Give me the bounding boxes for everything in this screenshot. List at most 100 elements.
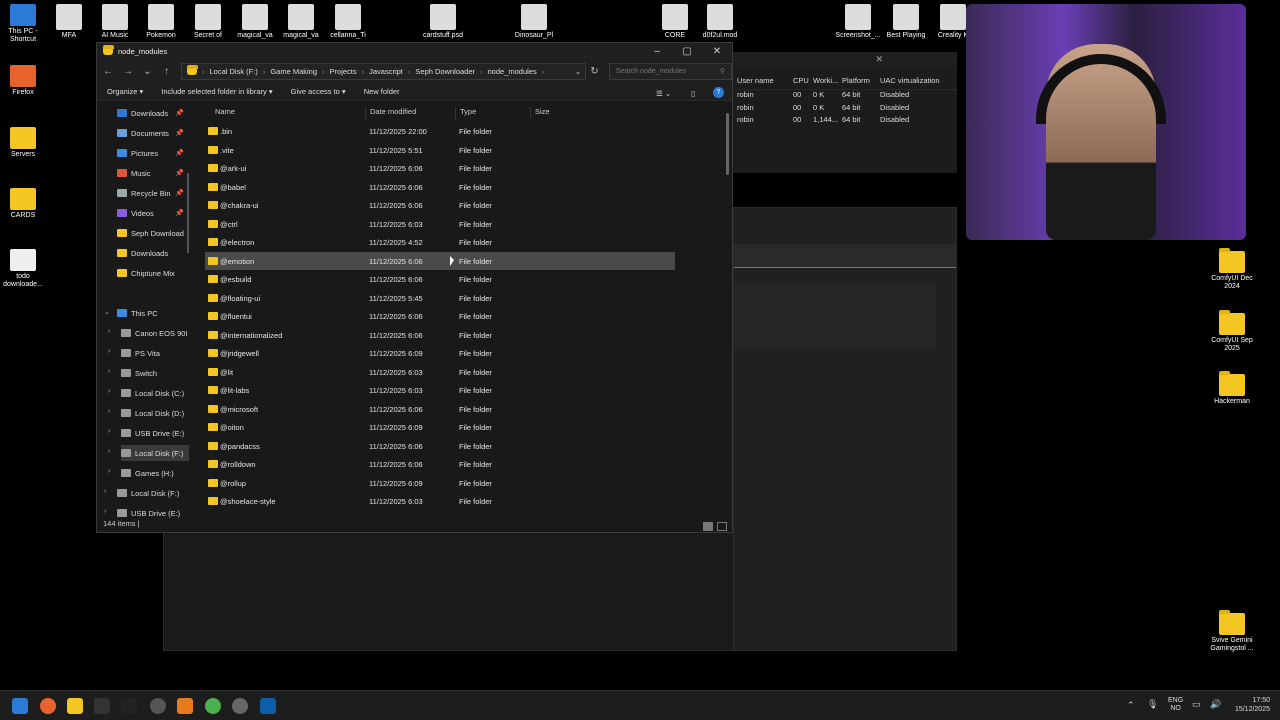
desktop-icon[interactable]: ComfyUI Sep 2025 [1209,310,1255,353]
sidebar-item[interactable]: Videos 📌 [117,205,184,221]
preview-pane-icon[interactable]: ▯ [691,89,695,98]
breadcrumb-item[interactable]: node_modules [488,67,537,76]
sidebar-item[interactable]: PS Vita [121,345,160,361]
file-row[interactable]: .vite 11/12/2025 5:51 File folder [205,141,675,159]
sidebar-item[interactable]: This PC [117,305,158,321]
vlc-icon[interactable] [177,698,193,714]
clock[interactable]: 17:50 15/12/2025 [1228,696,1270,714]
sidebar-item[interactable]: Canon EOS 90I [121,325,188,341]
sidebar-item[interactable]: Local Disk (C:) [121,385,184,401]
file-row[interactable]: @ark-ui 11/12/2025 6:06 File folder [205,159,675,177]
volume-icon[interactable]: 🔊 [1210,699,1221,710]
forward-arrow-icon[interactable]: → [123,66,133,77]
file-row[interactable]: @babel 11/12/2025 6:06 File folder [205,178,675,196]
file-row[interactable]: @chakra-ui 11/12/2025 6:06 File folder [205,196,675,214]
command-2[interactable]: Give access to ▾ [291,87,346,96]
expand-chevron-icon[interactable]: › [108,428,110,435]
settings-icon[interactable] [232,698,248,714]
view-options-icon[interactable]: ☰ ⌄ [656,89,671,98]
expand-chevron-icon[interactable]: › [104,508,106,515]
file-row[interactable]: @pandacss 11/12/2025 6:06 File folder [205,437,675,455]
firefox-icon[interactable] [40,698,56,714]
app-icon[interactable] [121,698,137,714]
expand-chevron-icon[interactable]: › [104,488,106,495]
address-dropdown-icon[interactable]: ⌄ [575,67,581,76]
desktop-icon[interactable]: d0f2ul.mod [697,4,743,44]
close-icon[interactable]: ✕ [875,54,883,65]
details-view-icon[interactable] [703,522,713,531]
up-arrow-icon[interactable]: ↑ [162,66,171,77]
col-platform[interactable]: Platform [842,76,870,85]
file-row[interactable]: @rollup 11/12/2025 6:09 File folder [205,474,675,492]
expand-chevron-icon[interactable]: › [108,468,110,475]
desktop-icon[interactable]: cardstuff.psd [420,4,466,44]
file-row[interactable]: @oiton 11/12/2025 6:09 File folder [205,418,675,436]
desktop-icon[interactable]: magical_va [232,4,278,44]
breadcrumb-item[interactable]: Projects [330,67,357,76]
breadcrumb-item[interactable]: Seph Downloader [415,67,475,76]
sidebar-item[interactable]: Switch [121,365,157,381]
desktop-icon[interactable]: Secret of [185,4,231,44]
desktop-icon[interactable]: Best Playing [883,4,929,44]
photoshop-icon[interactable] [260,698,276,714]
help-icon[interactable]: ? [713,87,724,98]
file-row[interactable]: @internationalized 11/12/2025 6:06 File fo… [205,326,675,344]
desktop-icon[interactable]: MFA [46,4,92,44]
desktop-icon[interactable]: Hackerman [1209,371,1255,406]
command-1[interactable]: Include selected folder in library ▾ [161,87,272,96]
desktop-icon[interactable]: This PC - Shortcut [0,4,46,44]
col-date-modified[interactable]: Date modified [365,107,416,119]
back-arrow-icon[interactable]: ← [103,66,113,77]
desktop-icon[interactable]: Svive Gemini Gamingstol ... [1209,610,1255,653]
desktop-icon[interactable]: Servers [0,127,46,159]
file-row[interactable]: @microsoft 11/12/2025 6:06 File folder [205,400,675,418]
expand-chevron-icon[interactable]: › [108,348,110,355]
file-row[interactable]: @floating-ui 11/12/2025 5:45 File folder [205,289,675,307]
file-row[interactable]: @jridgewell 11/12/2025 6:09 File folder [205,344,675,362]
expand-chevron-icon[interactable]: › [108,328,110,335]
process-row[interactable]: robin 00 1,144... 64 bit Disabled [733,115,957,128]
sidebar-item[interactable]: Pictures 📌 [117,145,184,161]
minimize-button[interactable]: – [642,46,672,57]
address-bar[interactable]: › Local Disk (F:) › Game Making › Projects › Ja… [181,62,586,80]
list-scrollbar[interactable] [726,113,729,175]
sidebar-item[interactable]: USB Drive (E:) [117,505,180,518]
tiles-view-icon[interactable] [717,522,727,531]
desktop-icon[interactable]: Pokemon [138,4,184,44]
file-explorer-icon[interactable] [67,698,83,714]
col-user[interactable]: User name [737,76,774,85]
file-row[interactable]: @esbuild 11/12/2025 6:06 File folder [205,270,675,288]
refresh-icon[interactable]: ↻ [590,66,599,77]
sidebar-item[interactable]: Documents 📌 [117,125,184,141]
search-input[interactable]: Search node_modules ⚲ [609,62,732,80]
sidebar-item[interactable]: USB Drive (E:) [121,425,184,441]
desktop-icon[interactable]: CARDS [0,188,46,220]
desktop-icon[interactable]: ComfyUI Dec 2024 [1209,248,1255,291]
maximize-button[interactable]: ▢ [672,46,702,57]
file-row[interactable]: @emotion 11/12/2025 6:06 File folder [205,251,675,270]
command-0[interactable]: Organize ▾ [107,87,143,96]
desktop-icon[interactable]: CORE [652,4,698,44]
expand-chevron-icon[interactable]: › [108,368,110,375]
col-working[interactable]: Worki... [813,76,838,85]
file-row[interactable]: @fluentui 11/12/2025 6:06 File folder [205,307,675,325]
expand-chevron-icon[interactable]: › [108,408,110,415]
desktop-icon[interactable]: AI Music [92,4,138,44]
sidebar-item[interactable]: Music 📌 [117,165,184,181]
desktop-icon[interactable]: Dinosaur_Pl [511,4,557,44]
process-row[interactable]: robin 00 0 K 64 bit Disabled [733,103,957,116]
sidebar-item[interactable]: Local Disk (D:) [121,405,184,421]
file-row[interactable]: .bin 11/12/2025 22:00 File folder [205,122,675,140]
expand-chevron-icon[interactable]: › [108,448,110,455]
file-row[interactable]: @electron 11/12/2025 4:52 File folder [205,233,675,251]
file-row[interactable]: @rolldown 11/12/2025 6:06 File folder [205,455,675,473]
steam-icon[interactable] [150,698,166,714]
tray-chevron-icon[interactable]: ⌃ [1127,700,1135,711]
sidebar-item[interactable]: Games (H:) [121,465,174,481]
sidebar-scrollbar[interactable] [187,173,189,253]
file-row[interactable]: @lit-labs 11/12/2025 6:03 File folder [205,381,675,399]
sidebar-item[interactable]: Local Disk (F:) [117,485,179,501]
terminal-icon[interactable] [94,698,110,714]
lang-indicator[interactable]: ENG NO [1168,697,1183,713]
col-type[interactable]: Type [455,107,476,119]
